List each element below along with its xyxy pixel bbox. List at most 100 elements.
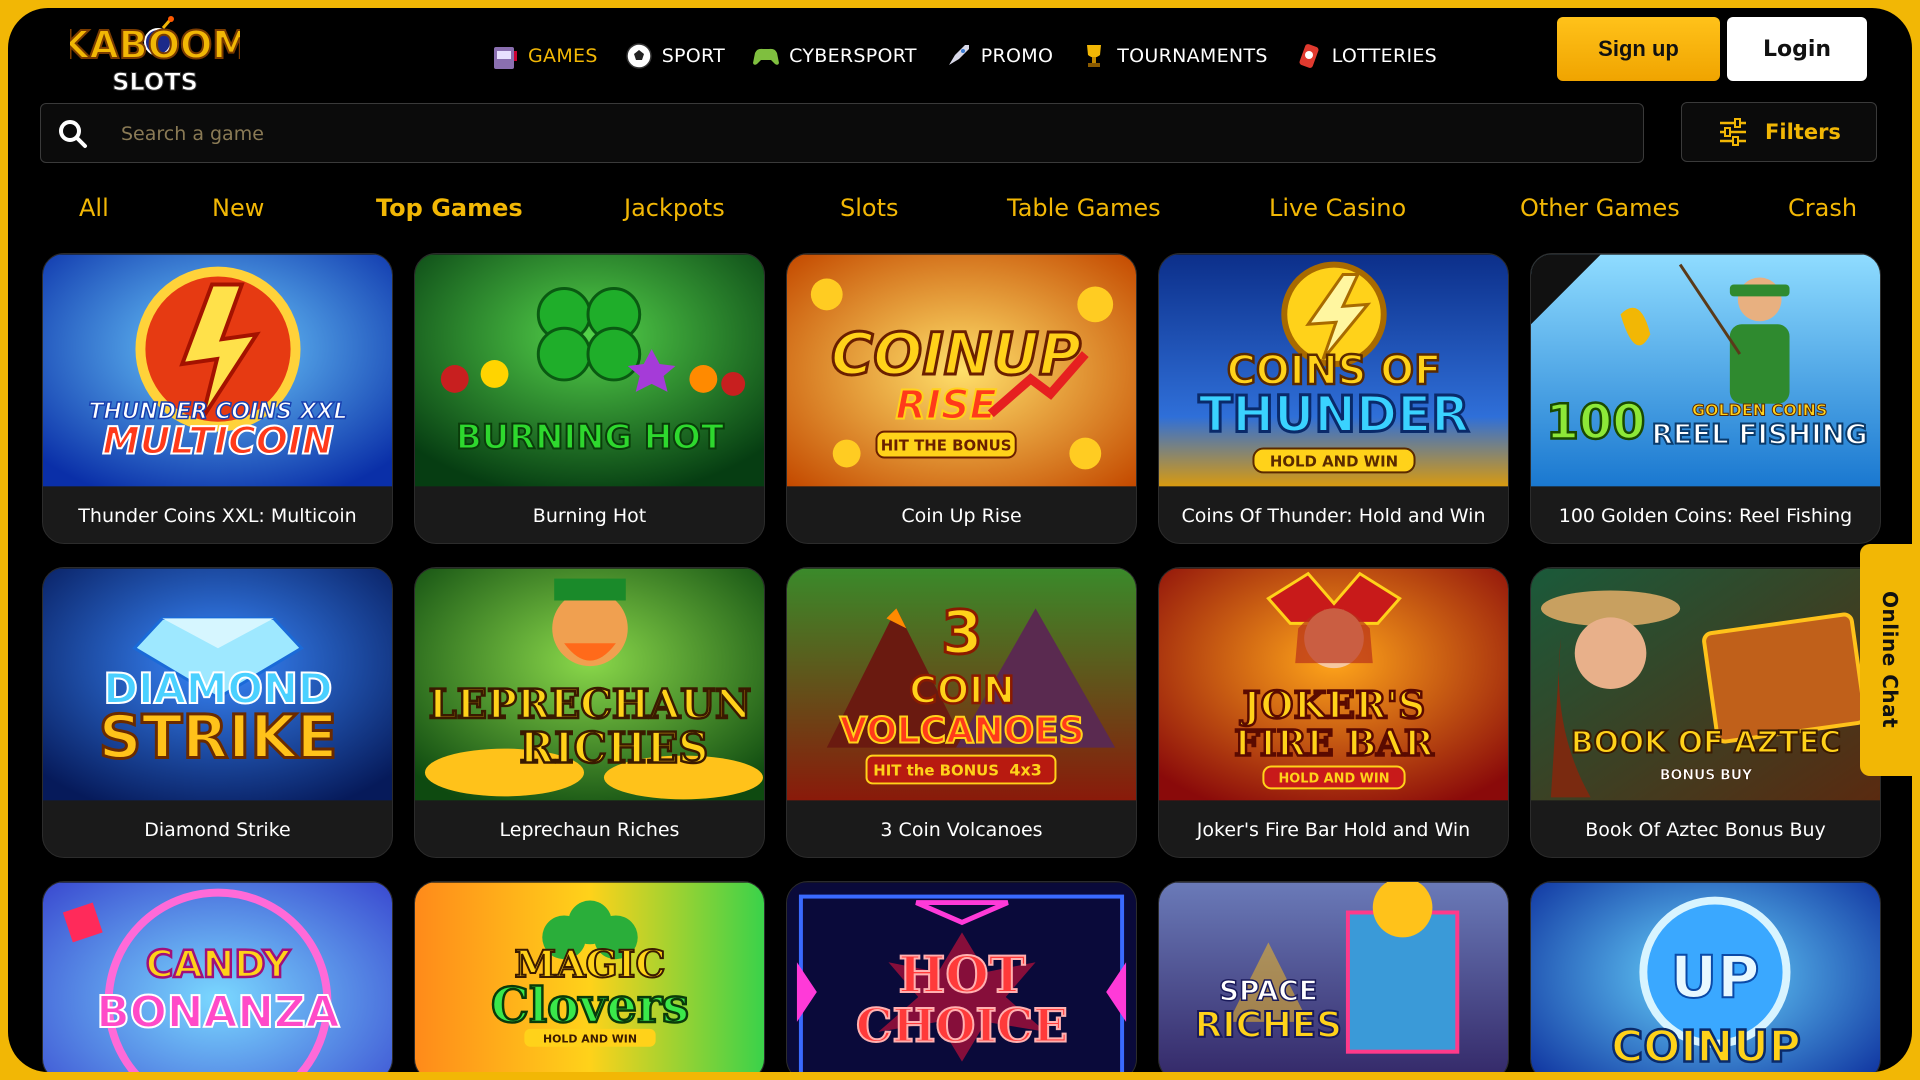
art-text: BONUS BUY <box>1660 767 1753 783</box>
game-card[interactable]: 3 COIN VOLCANOES HIT the BONUS 4x3 3 Coi… <box>786 567 1137 858</box>
art-text: HIT the BONUS <box>873 761 999 779</box>
app-frame: KABOOM SLOTS GAMES SPORT CYBERSPORT PROM… <box>8 8 1912 1072</box>
filters-label: Filters <box>1765 120 1841 144</box>
game-card[interactable]: BOOK OF AZTEC BONUS BUY Book Of Aztec Bo… <box>1530 567 1881 858</box>
art-text: MULTICOIN <box>102 419 333 463</box>
nav-tournaments[interactable]: TOURNAMENTS <box>1079 41 1267 71</box>
nav-sport[interactable]: SPORT <box>624 41 725 71</box>
sign-up-button[interactable]: Sign up <box>1557 17 1720 81</box>
game-card[interactable]: UP COINUP <box>1530 881 1881 1072</box>
art-text: COINUP <box>1611 1022 1801 1072</box>
art-text: BURNING HOT <box>456 418 724 457</box>
game-thumbnail: SPACE RICHES <box>1159 882 1508 1072</box>
game-title: Diamond Strike <box>144 819 291 841</box>
kaboom-slots-logo[interactable]: KABOOM SLOTS <box>59 16 251 100</box>
art-text: HOT <box>898 945 1025 1004</box>
tab-all[interactable]: All <box>79 194 109 222</box>
game-card[interactable]: SPACE RICHES <box>1158 881 1509 1072</box>
gamepad-icon <box>753 48 780 65</box>
nav-promo[interactable]: PROMO <box>943 41 1053 71</box>
art-text: COIN <box>909 668 1014 712</box>
tab-slots[interactable]: Slots <box>840 194 899 222</box>
game-title: 100 Golden Coins: Reel Fishing <box>1558 505 1853 527</box>
game-thumbnail: THUNDER COINS XXL MULTICOIN <box>43 254 392 487</box>
game-card[interactable]: JOKER'S FIRE BAR HOLD AND WIN Joker's Fi… <box>1158 567 1509 858</box>
game-title: 3 Coin Volcanoes <box>880 819 1043 841</box>
game-title: Coins Of Thunder: Hold and Win <box>1181 505 1486 527</box>
login-button[interactable]: Login <box>1727 17 1867 81</box>
tab-crash[interactable]: Crash <box>1788 194 1857 222</box>
tab-top-games[interactable]: Top Games <box>376 194 523 222</box>
game-card[interactable]: BURNING HOT Burning Hot <box>414 253 765 544</box>
art-text: REEL FISHING <box>1652 418 1868 451</box>
art-text: HOLD AND WIN <box>543 1033 637 1046</box>
search-icon[interactable] <box>55 116 91 152</box>
nav-label: LOTTERIES <box>1331 45 1438 67</box>
game-card[interactable]: 100 GOLDEN COINS REEL FISHING 100 Golden… <box>1530 253 1881 544</box>
game-card[interactable]: CANDY BONANZA <box>42 881 393 1072</box>
game-thumbnail: JOKER'S FIRE BAR HOLD AND WIN <box>1159 568 1508 801</box>
art-text: UP <box>1670 943 1759 1011</box>
game-card[interactable]: DIAMOND STRIKE Diamond Strike <box>42 567 393 858</box>
rocket-icon <box>945 45 969 68</box>
game-card[interactable]: THUNDER COINS XXL MULTICOIN Thunder Coin… <box>42 253 393 544</box>
online-chat-tab[interactable]: Online Chat <box>1860 544 1912 776</box>
slot-machine-icon <box>494 47 517 69</box>
nav-label: SPORT <box>661 45 726 67</box>
game-title: Coin Up Rise <box>901 505 1022 527</box>
sliders-icon <box>1720 118 1747 146</box>
art-text: JOKER'S <box>1240 683 1426 727</box>
game-title: Burning Hot <box>532 505 647 527</box>
game-thumbnail: COINUP RISE HIT THE BONUS <box>787 254 1136 487</box>
category-tabs: All New Top Games Jackpots Slots Table G… <box>40 194 1880 230</box>
online-chat-label: Online Chat <box>1878 591 1902 729</box>
art-text: 4x3 <box>1009 760 1041 779</box>
tab-other-games[interactable]: Other Games <box>1520 194 1680 222</box>
game-thumbnail: CANDY BONANZA <box>43 882 392 1072</box>
tab-jackpots[interactable]: Jackpots <box>624 194 725 222</box>
game-thumbnail: 100 GOLDEN COINS REEL FISHING <box>1531 254 1880 487</box>
logo-top-text: KABOOM <box>70 23 240 67</box>
art-text: HIT THE BONUS <box>881 437 1012 455</box>
art-text: RISE <box>895 383 996 429</box>
nav-games[interactable]: GAMES <box>490 41 598 71</box>
art-text: STRIKE <box>99 704 338 773</box>
art-text: BOOK OF AZTEC <box>1571 726 1841 761</box>
nav-label: GAMES <box>528 45 598 67</box>
nav-label: CYBERSPORT <box>789 45 917 67</box>
game-title: Joker's Fire Bar Hold and Win <box>1196 819 1471 841</box>
tab-live-casino[interactable]: Live Casino <box>1269 194 1406 222</box>
art-text: THUNDER <box>1199 386 1470 444</box>
game-card[interactable]: MAGIC Clovers HOLD AND WIN <box>414 881 765 1072</box>
filters-button[interactable]: Filters <box>1681 102 1877 162</box>
search-bar <box>40 103 1644 163</box>
soccer-ball-icon <box>625 43 652 69</box>
game-thumbnail: MAGIC Clovers HOLD AND WIN <box>415 882 764 1072</box>
game-card[interactable]: LEPRECHAUN RICHES Leprechaun Riches <box>414 567 765 858</box>
game-thumbnail: BOOK OF AZTEC BONUS BUY <box>1531 568 1880 801</box>
nav-cybersport[interactable]: CYBERSPORT <box>751 41 917 71</box>
art-text: HOLD AND WIN <box>1270 452 1398 470</box>
tab-table-games[interactable]: Table Games <box>1007 194 1161 222</box>
art-text: COINUP <box>831 320 1081 388</box>
game-card[interactable]: COINS OF THUNDER HOLD AND WIN Coins Of T… <box>1158 253 1509 544</box>
game-thumbnail: HOT CHOICE <box>787 882 1136 1072</box>
trophy-icon <box>1087 45 1102 67</box>
logo-bottom-text: SLOTS <box>112 68 198 96</box>
art-text: LEPRECHAUN <box>429 682 752 728</box>
game-card[interactable]: COINUP RISE HIT THE BONUS Coin Up Rise <box>786 253 1137 544</box>
art-text: CHOICE <box>856 999 1068 1053</box>
nav-label: PROMO <box>980 45 1054 67</box>
art-text: CANDY <box>146 942 291 986</box>
art-text: VOLCANOES <box>840 711 1085 752</box>
lottery-icon <box>1299 44 1319 68</box>
game-thumbnail: DIAMOND STRIKE <box>43 568 392 801</box>
main-nav: GAMES SPORT CYBERSPORT PROMO TOURNAMENTS… <box>490 36 1437 76</box>
game-card[interactable]: HOT CHOICE <box>786 881 1137 1072</box>
art-text: HOLD AND WIN <box>1278 771 1389 786</box>
nav-lotteries[interactable]: LOTTERIES <box>1294 41 1437 71</box>
game-thumbnail: COINS OF THUNDER HOLD AND WIN <box>1159 254 1508 487</box>
nav-label: TOURNAMENTS <box>1117 45 1268 67</box>
tab-new[interactable]: New <box>212 194 264 222</box>
search-input[interactable] <box>121 114 1621 154</box>
